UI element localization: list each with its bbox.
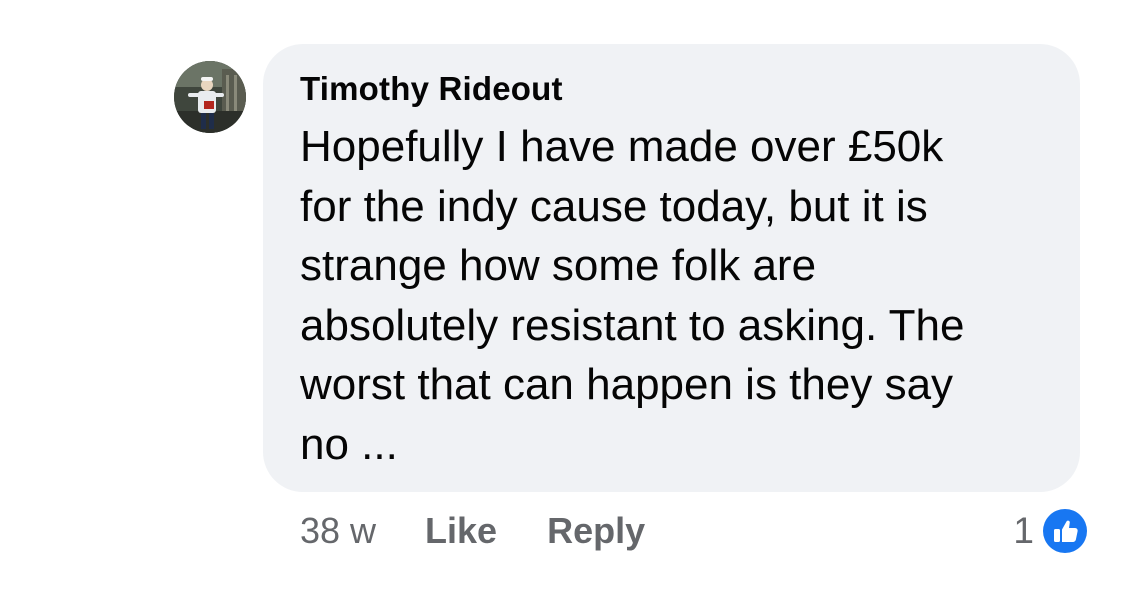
comment-text: Hopefully I have made over £50k for the …: [300, 122, 965, 469]
reaction-count: 1: [1013, 510, 1034, 551]
comment-timestamp[interactable]: 38 w: [300, 510, 376, 552]
comment-author[interactable]: Timothy Rideout: [300, 69, 563, 109]
profile-photo: [174, 61, 246, 133]
comment-bubble: Timothy Rideout Hopefully I have made ov…: [263, 44, 1080, 492]
like-button[interactable]: Like: [425, 510, 497, 552]
reply-button[interactable]: Reply: [547, 510, 645, 552]
comment-actions: 38 w Like Reply: [300, 505, 695, 557]
reaction-summary[interactable]: 1: [1013, 505, 1089, 557]
avatar[interactable]: [174, 61, 246, 133]
thumbs-up-icon: [1041, 507, 1089, 555]
